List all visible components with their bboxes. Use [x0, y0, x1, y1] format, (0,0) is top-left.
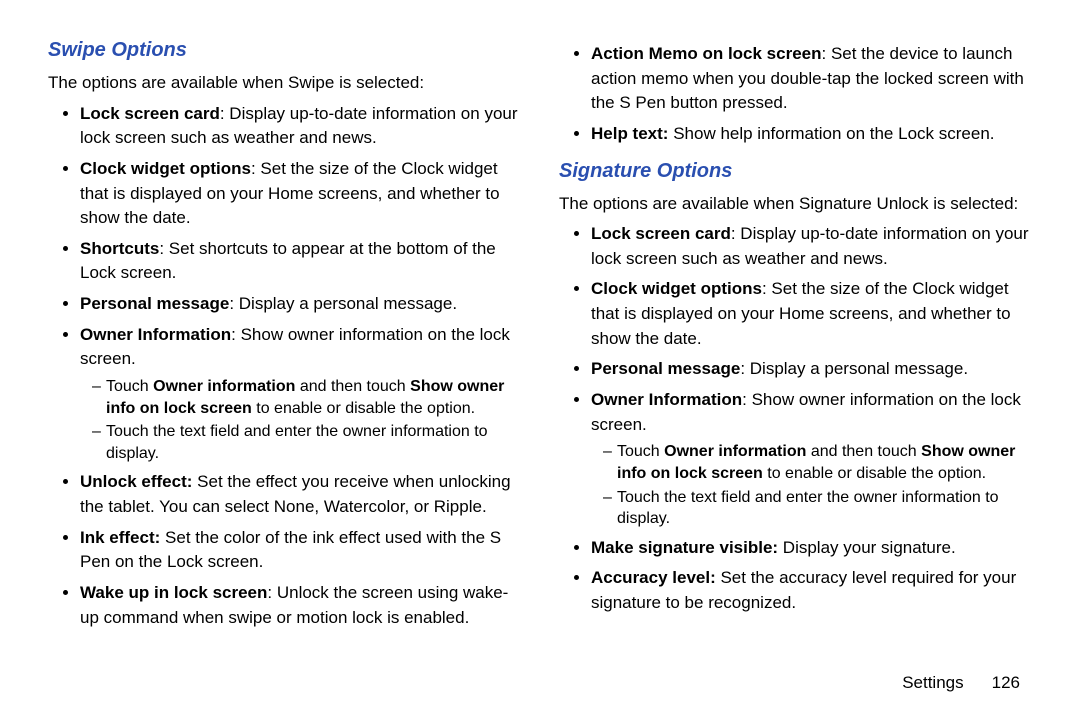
text: : Display a personal message. — [229, 294, 457, 313]
label: Clock widget options — [80, 159, 251, 178]
swipe-options-list: Lock screen card: Display up-to-date inf… — [48, 102, 521, 631]
bullet-owner-info: Owner Information: Show owner informatio… — [80, 323, 521, 465]
label: Personal message — [591, 359, 740, 378]
t: Owner information — [664, 443, 806, 460]
sub-owner-info-enable: Touch Owner information and then touch S… — [94, 376, 521, 419]
bullet-owner-info: Owner Information: Show owner informatio… — [591, 388, 1032, 530]
label: Shortcuts — [80, 239, 159, 258]
t: Touch — [106, 378, 153, 395]
t: and then touch — [295, 378, 410, 395]
t: Touch the text field and enter the owner… — [106, 423, 488, 462]
label: Personal message — [80, 294, 229, 313]
swipe-options-intro: The options are available when Swipe is … — [48, 71, 521, 96]
text: Display your signature. — [778, 538, 956, 557]
bullet-clock-widget: Clock widget options: Set the size of th… — [591, 277, 1032, 351]
footer-section: Settings — [902, 671, 963, 696]
bullet-lock-screen-card: Lock screen card: Display up-to-date inf… — [80, 102, 521, 151]
bullet-personal-message: Personal message: Display a personal mes… — [80, 292, 521, 317]
left-column: Swipe Options The options are available … — [48, 36, 521, 656]
text: Show help information on the Lock screen… — [668, 124, 994, 143]
bullet-wake-up: Wake up in lock screen: Unlock the scree… — [80, 581, 521, 630]
owner-info-sublist: Touch Owner information and then touch S… — [80, 376, 521, 464]
label: Help text: — [591, 124, 668, 143]
owner-info-sublist: Touch Owner information and then touch S… — [591, 441, 1032, 529]
bullet-shortcuts: Shortcuts: Set shortcuts to appear at th… — [80, 237, 521, 286]
label: Owner Information — [80, 325, 231, 344]
t: Owner information — [153, 378, 295, 395]
right-column: Action Memo on lock screen: Set the devi… — [559, 36, 1032, 656]
signature-options-heading: Signature Options — [559, 157, 1032, 186]
label: Action Memo on lock screen — [591, 44, 822, 63]
page-footer: Settings 126 — [902, 671, 1020, 696]
sub-owner-info-text: Touch the text field and enter the owner… — [605, 487, 1032, 530]
label: Wake up in lock screen — [80, 583, 267, 602]
t: and then touch — [806, 443, 921, 460]
bullet-personal-message: Personal message: Display a personal mes… — [591, 357, 1032, 382]
bullet-make-signature-visible: Make signature visible: Display your sig… — [591, 536, 1032, 561]
bullet-lock-screen-card: Lock screen card: Display up-to-date inf… — [591, 222, 1032, 271]
label: Lock screen card — [80, 104, 220, 123]
swipe-options-heading: Swipe Options — [48, 36, 521, 65]
bullet-unlock-effect: Unlock effect: Set the effect you receiv… — [80, 470, 521, 519]
text: : Display a personal message. — [740, 359, 968, 378]
bullet-ink-effect: Ink effect: Set the color of the ink eff… — [80, 526, 521, 575]
label: Make signature visible: — [591, 538, 778, 557]
t: Touch — [617, 443, 664, 460]
sub-owner-info-text: Touch the text field and enter the owner… — [94, 421, 521, 464]
bullet-action-memo: Action Memo on lock screen: Set the devi… — [591, 42, 1032, 116]
bullet-help-text: Help text: Show help information on the … — [591, 122, 1032, 147]
signature-options-list: Lock screen card: Display up-to-date inf… — [559, 222, 1032, 615]
label: Ink effect: — [80, 528, 160, 547]
t: Touch the text field and enter the owner… — [617, 489, 999, 528]
signature-options-intro: The options are available when Signature… — [559, 192, 1032, 217]
sub-owner-info-enable: Touch Owner information and then touch S… — [605, 441, 1032, 484]
t: to enable or disable the option. — [763, 465, 986, 482]
two-column-layout: Swipe Options The options are available … — [48, 36, 1032, 656]
label: Unlock effect: — [80, 472, 192, 491]
manual-page: Swipe Options The options are available … — [0, 0, 1080, 720]
t: to enable or disable the option. — [252, 400, 475, 417]
swipe-continued-list: Action Memo on lock screen: Set the devi… — [559, 42, 1032, 147]
label: Clock widget options — [591, 279, 762, 298]
label: Owner Information — [591, 390, 742, 409]
label: Accuracy level: — [591, 568, 716, 587]
bullet-clock-widget: Clock widget options: Set the size of th… — [80, 157, 521, 231]
bullet-accuracy-level: Accuracy level: Set the accuracy level r… — [591, 566, 1032, 615]
label: Lock screen card — [591, 224, 731, 243]
footer-page-number: 126 — [992, 671, 1020, 696]
